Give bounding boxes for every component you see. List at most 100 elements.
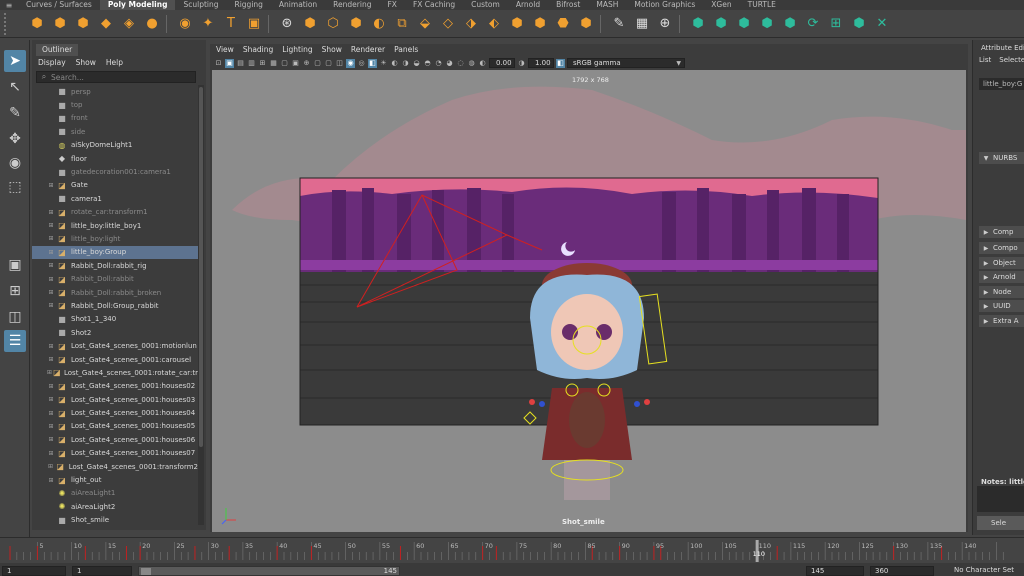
mirror-icon[interactable]: ⧉	[393, 15, 411, 33]
target-weld-icon[interactable]: ⊕	[656, 15, 674, 33]
playback-start-field[interactable]: 1	[72, 566, 132, 576]
viewport-canvas[interactable]: 1792 x 768 Shot_smile	[212, 70, 966, 532]
textured-icon[interactable]: ◧	[368, 58, 377, 68]
expand-icon[interactable]: ⊞	[46, 356, 56, 363]
outliner-item[interactable]: ◍ aiSkyDomeLight1	[32, 139, 198, 152]
outliner-item[interactable]: ■ Shot1_1_340	[32, 313, 198, 326]
uv-automatic-icon[interactable]: ⬢	[758, 15, 776, 33]
expand-icon[interactable]: ⊞	[46, 249, 56, 256]
expand-icon[interactable]: ⊞	[46, 463, 55, 470]
outliner-item[interactable]: ⊞ ◪ Lost_Gate4_scenes_0001:houses03	[32, 393, 198, 406]
expand-icon[interactable]: ⊞	[46, 477, 56, 484]
outliner-item[interactable]: ⊞ ◪ Lost_Gate4_scenes_0001:rotate_car:tr	[32, 366, 198, 379]
expand-icon[interactable]: ⊞	[46, 396, 56, 403]
poly-text-icon[interactable]: T	[222, 15, 240, 33]
viewport-menu-item[interactable]: Lighting	[282, 44, 312, 56]
smooth-icon[interactable]: ⬢	[347, 15, 365, 33]
expand-icon[interactable]: ⊞	[46, 410, 56, 417]
shelf-tab[interactable]: Motion Graphics	[626, 0, 703, 10]
outliner-item[interactable]: ■ persp	[32, 85, 198, 98]
node-name-field[interactable]: little_boy:G	[979, 78, 1024, 90]
outliner-item[interactable]: ⊞ ◪ little_boy:Group	[32, 245, 198, 260]
expand-icon[interactable]: ⊞	[46, 235, 56, 242]
outliner-item[interactable]: ■ Shot_smile	[32, 514, 198, 527]
range-slider-handle[interactable]	[141, 568, 151, 575]
outliner-item[interactable]: ⊞ ◪ Lost_Gate4_scenes_0001:houses02	[32, 380, 198, 393]
shelf-grip[interactable]	[4, 12, 14, 35]
attribute-menu-item[interactable]: Selecte	[999, 56, 1024, 64]
outliner-menu-item[interactable]: Help	[106, 56, 123, 69]
expand-icon[interactable]: ⊞	[46, 383, 56, 390]
expand-icon[interactable]: ⊞	[46, 450, 56, 457]
lasso-tool-icon[interactable]: ↖	[4, 76, 26, 98]
camera-attributes-icon[interactable]: ▣	[225, 58, 234, 68]
extrude-icon[interactable]: ⬢	[531, 15, 549, 33]
append-icon[interactable]: ⬣	[554, 15, 572, 33]
uv-rotate-icon[interactable]: ⟳	[804, 15, 822, 33]
select-tool-icon[interactable]: ➤	[4, 50, 26, 72]
select-camera-icon[interactable]: ⊡	[214, 59, 223, 68]
expand-icon[interactable]: ⊞	[46, 289, 56, 296]
outliner-item[interactable]: ◆ floor	[32, 152, 198, 165]
expand-icon[interactable]: ⊞	[46, 423, 56, 430]
outliner-search[interactable]: ⌕ Search...	[36, 71, 196, 83]
poly-cylinder-icon[interactable]: ⬢	[74, 15, 92, 33]
search-input[interactable]: Search...	[51, 73, 84, 82]
outliner-item[interactable]: ⊞ ◪ Rabbit_Doll:Group_rabbit	[32, 299, 198, 312]
expand-icon[interactable]: ⊞	[46, 276, 56, 283]
resolution-gate-icon[interactable]: ▢	[280, 59, 289, 68]
shelf-tab[interactable]: MASH	[588, 0, 626, 10]
four-pane-layout-icon[interactable]: ⊞	[4, 280, 26, 302]
outliner-item[interactable]: ⊞ ◪ Lost_Gate4_scenes_0001:houses05	[32, 420, 198, 433]
outliner-item[interactable]: ⊞ ◪ little_boy:little_boy1	[32, 219, 198, 232]
film-gate-icon[interactable]: ▦	[269, 59, 278, 68]
color-management-icon[interactable]: ◧	[556, 58, 565, 68]
exposure-icon[interactable]: ◐	[478, 59, 487, 68]
attribute-section[interactable]: ▶ Comp	[979, 226, 1024, 238]
separate-icon[interactable]: ⬡	[324, 15, 342, 33]
outliner-item[interactable]: ⊞ ◪ rotate_car:transform1	[32, 206, 198, 219]
outliner-item[interactable]: ■ side	[32, 125, 198, 138]
lights-icon[interactable]: ☀	[379, 59, 388, 68]
motion-blur-icon[interactable]: ◒	[412, 59, 421, 68]
image-plane-icon[interactable]: ▥	[247, 59, 256, 68]
expand-icon[interactable]: ⊞	[46, 222, 56, 229]
reduce-icon[interactable]: ◇	[439, 15, 457, 33]
viewport-menu-item[interactable]: View	[216, 44, 234, 56]
bookmarks-icon[interactable]: ▤	[236, 59, 245, 68]
color-space-dropdown[interactable]: sRGB gamma ▼	[567, 58, 685, 68]
shelf-tab[interactable]: Animation	[271, 0, 325, 10]
shelf-tab[interactable]: Custom	[463, 0, 508, 10]
viewport-menu-item[interactable]: Show	[322, 44, 342, 56]
default-material-icon[interactable]: ◎	[357, 59, 366, 68]
expand-icon[interactable]: ⊞	[46, 369, 53, 376]
single-pane-layout-icon[interactable]: ▣	[4, 254, 26, 276]
poly-sphere-icon[interactable]: ⬢	[28, 15, 46, 33]
outliner-menu-item[interactable]: Display	[38, 56, 66, 69]
select-button[interactable]: Sele	[977, 516, 1024, 530]
attribute-menu-item[interactable]: List	[979, 56, 991, 64]
uv-spherical-icon[interactable]: ⬢	[735, 15, 753, 33]
poly-torus-icon[interactable]: ●	[143, 15, 161, 33]
uv-layout-icon[interactable]: ⊞	[827, 15, 845, 33]
outliner-item[interactable]: ■ Shot2	[32, 326, 198, 339]
outliner-item[interactable]: ■ camera1	[32, 192, 198, 205]
expand-icon[interactable]: ⊞	[46, 209, 56, 216]
exposure-field[interactable]: 0.00	[489, 58, 515, 68]
outliner-item[interactable]: ✺ aiAreaLight1	[32, 487, 198, 500]
outliner-item[interactable]: ⊞ ◪ little_boy:light	[32, 232, 198, 245]
shelf-tab[interactable]: Arnold	[508, 0, 548, 10]
attribute-section[interactable]: ▼ NURBS	[979, 152, 1024, 164]
expand-icon[interactable]: ⊞	[46, 302, 56, 309]
isolate-select-icon[interactable]: ◕	[445, 59, 454, 68]
combine-icon[interactable]: ⬢	[301, 15, 319, 33]
multi-cut-icon[interactable]: ✎	[610, 15, 628, 33]
poly-cube-icon[interactable]: ⬢	[51, 15, 69, 33]
grid-icon[interactable]: ⊞	[258, 59, 267, 68]
bridge-icon[interactable]: ⬖	[485, 15, 503, 33]
shelf-tab[interactable]: Rendering	[325, 0, 379, 10]
outliner-item[interactable]: ⊞ ◪ Lost_Gate4_scenes_0001:carousel	[32, 353, 198, 366]
attribute-section[interactable]: ▶ UUID	[979, 300, 1024, 312]
poly-disc-icon[interactable]: ◉	[176, 15, 194, 33]
outliner-item[interactable]: ■ top	[32, 98, 198, 111]
